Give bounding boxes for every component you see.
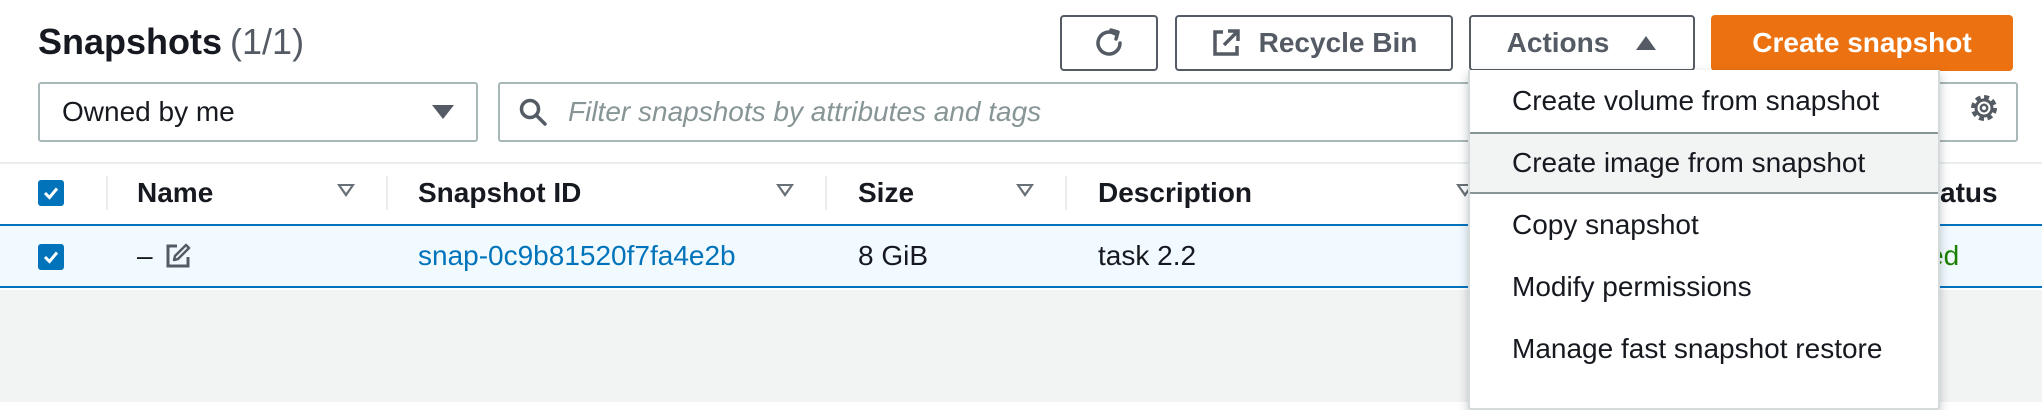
column-divider [386,176,388,210]
column-header-status[interactable]: atus [1940,164,1998,222]
menu-item-fast-snapshot-restore[interactable]: Manage fast snapshot restore [1470,318,1938,380]
menu-item-create-image[interactable]: Create image from snapshot [1470,132,1938,194]
column-header-description[interactable]: Description [1098,164,1252,222]
external-link-icon [1212,29,1240,56]
refresh-icon [1096,28,1122,56]
column-divider [825,176,827,210]
checkmark-icon [43,187,59,200]
column-header-snapshot-id[interactable]: Snapshot ID [418,164,581,222]
select-all-checkbox[interactable] [38,180,64,206]
search-input[interactable] [566,95,1470,129]
actions-label: Actions [1506,27,1610,58]
row-name: – [137,240,153,271]
column-divider [106,176,108,210]
caret-up-icon [1636,36,1657,50]
page-title-count: (1/1) [230,21,305,62]
column-divider [1065,176,1067,210]
create-snapshot-button[interactable]: Create snapshot [1711,15,2013,71]
menu-item-copy-snapshot[interactable]: Copy snapshot [1470,194,1938,256]
sort-icon[interactable] [776,184,794,197]
sort-icon[interactable] [1016,184,1034,197]
recycle-bin-label: Recycle Bin [1258,27,1418,58]
actions-button[interactable]: Actions [1469,15,1695,71]
search-icon [519,98,547,126]
recycle-bin-button[interactable]: Recycle Bin [1175,15,1453,71]
owner-filter-select[interactable]: Owned by me [38,82,478,142]
page-title: Snapshots (1/1) [38,16,304,68]
actions-menu: Create volume from snapshot Create image… [1468,70,1940,410]
column-header-size[interactable]: Size [858,164,914,222]
row-description: task 2.2 [1098,240,1197,271]
refresh-button[interactable] [1060,15,1158,71]
owner-filter-value: Owned by me [62,96,235,127]
row-checkbox[interactable] [38,244,64,270]
gear-icon[interactable] [1966,90,2002,126]
sort-icon[interactable] [337,184,355,197]
menu-item-modify-permissions[interactable]: Modify permissions [1470,256,1938,318]
row-size: 8 GiB [858,240,929,271]
menu-item-create-volume[interactable]: Create volume from snapshot [1470,70,1938,132]
page-title-text: Snapshots [38,21,223,62]
snapshot-id-link[interactable]: snap-0c9b81520f7fa4e2b [418,224,736,288]
column-header-name[interactable]: Name [137,164,213,222]
edit-icon[interactable] [164,242,192,270]
checkmark-icon [43,251,59,264]
caret-down-icon [432,105,454,119]
